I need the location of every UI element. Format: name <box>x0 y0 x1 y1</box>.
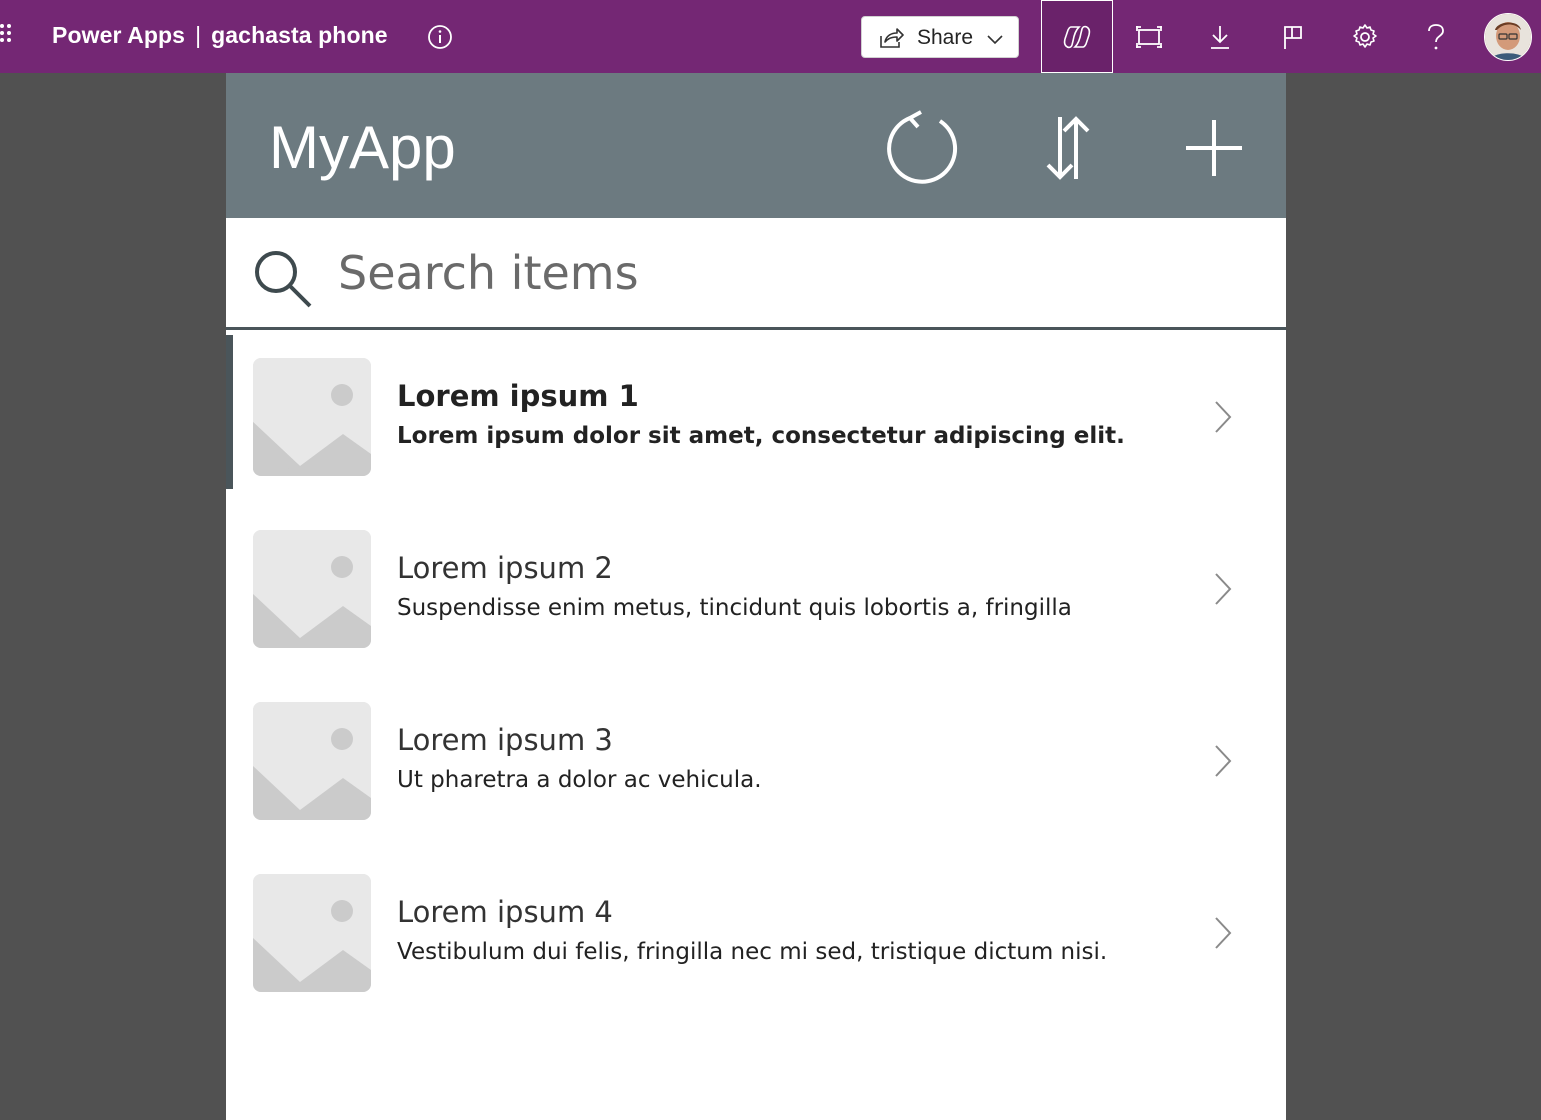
item-title: Lorem ipsum 3 <box>397 723 613 757</box>
app-name: gachasta phone <box>211 22 388 48</box>
copilot-icon[interactable] <box>1041 0 1113 73</box>
image-placeholder-icon <box>253 530 371 648</box>
refresh-icon[interactable] <box>877 103 967 193</box>
image-placeholder-icon <box>253 702 371 820</box>
title-separator: | <box>195 22 202 48</box>
app-header-title: MyApp <box>269 114 456 181</box>
share-label: Share <box>917 26 974 49</box>
app-header: MyApp <box>226 73 1286 218</box>
item-title: Lorem ipsum 4 <box>397 895 613 929</box>
avatar[interactable] <box>1484 13 1532 61</box>
list-item[interactable]: Lorem ipsum 4 Vestibulum dui felis, frin… <box>226 851 1286 1023</box>
fit-to-window-icon[interactable] <box>1113 0 1185 73</box>
items-gallery: Lorem ipsum 1 Lorem ipsum dolor sit amet… <box>226 335 1286 1023</box>
app-title: Power Apps | gachasta phone <box>52 22 388 49</box>
item-subtitle: Ut pharetra a dolor ac vehicula. <box>397 767 762 793</box>
item-subtitle: Lorem ipsum dolor sit amet, consectetur … <box>397 423 1125 449</box>
app-canvas: MyApp Lorem ipsum 1 Lorem ipsum dolor si… <box>226 73 1286 1120</box>
flag-icon[interactable] <box>1257 0 1329 73</box>
chevron-right-icon[interactable] <box>1211 741 1235 785</box>
help-icon[interactable] <box>1400 0 1472 73</box>
list-item[interactable]: Lorem ipsum 1 Lorem ipsum dolor sit amet… <box>226 335 1286 507</box>
chevron-right-icon[interactable] <box>1211 397 1235 441</box>
chevron-right-icon[interactable] <box>1211 913 1235 957</box>
gear-icon[interactable] <box>1329 0 1401 73</box>
chevron-down-icon <box>986 31 1004 50</box>
add-icon[interactable] <box>1169 103 1259 193</box>
waffle-icon[interactable] <box>0 24 18 48</box>
selection-indicator <box>226 335 233 489</box>
search-box <box>226 218 1286 330</box>
sort-icon[interactable] <box>1023 103 1113 193</box>
item-title: Lorem ipsum 1 <box>397 379 639 413</box>
info-icon[interactable] <box>427 24 453 50</box>
search-icon <box>252 248 314 314</box>
image-placeholder-icon <box>253 358 371 476</box>
list-item[interactable]: Lorem ipsum 2 Suspendisse enim metus, ti… <box>226 507 1286 679</box>
download-icon[interactable] <box>1184 0 1256 73</box>
product-name: Power Apps <box>52 22 186 48</box>
item-subtitle: Vestibulum dui felis, fringilla nec mi s… <box>397 939 1108 965</box>
image-placeholder-icon <box>253 874 371 992</box>
item-subtitle: Suspendisse enim metus, tincidunt quis l… <box>397 595 1072 621</box>
list-item[interactable]: Lorem ipsum 3 Ut pharetra a dolor ac veh… <box>226 679 1286 851</box>
item-title: Lorem ipsum 2 <box>397 551 613 585</box>
top-bar: Power Apps | gachasta phone Share <box>0 0 1541 73</box>
share-button[interactable]: Share <box>861 16 1019 58</box>
share-icon <box>878 27 904 53</box>
chevron-right-icon[interactable] <box>1211 569 1235 613</box>
search-input[interactable] <box>338 238 1238 308</box>
